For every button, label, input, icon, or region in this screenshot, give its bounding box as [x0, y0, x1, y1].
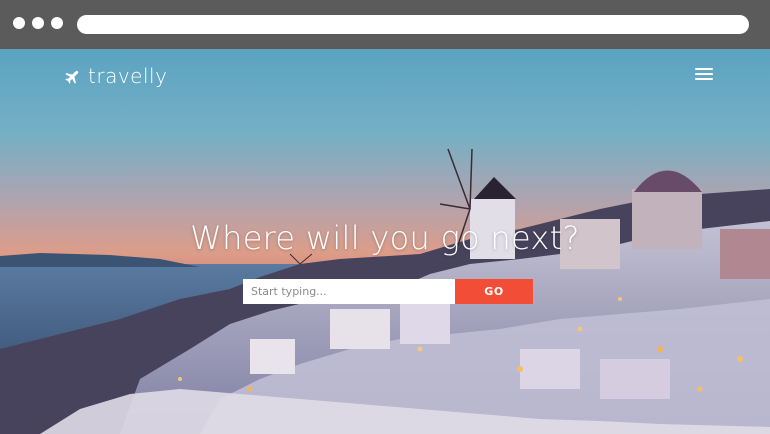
airplane-icon: [65, 70, 79, 84]
destination-search: GO: [243, 279, 533, 304]
brand-name: travelly: [88, 64, 168, 88]
menu-line: [695, 73, 713, 75]
menu-line: [695, 68, 713, 70]
browser-window: travelly Where will you go next? GO: [0, 0, 770, 434]
window-maximize-dot[interactable]: [51, 17, 63, 29]
hero-headline: Where will you go next?: [190, 219, 580, 257]
address-bar[interactable]: [77, 15, 749, 34]
menu-line: [695, 78, 713, 80]
browser-chrome: [0, 0, 770, 49]
hamburger-menu-icon[interactable]: [695, 68, 713, 82]
destination-search-input[interactable]: [243, 279, 455, 304]
go-button[interactable]: GO: [455, 279, 533, 304]
window-close-dot[interactable]: [13, 17, 25, 29]
window-minimize-dot[interactable]: [32, 17, 44, 29]
brand-logo[interactable]: travelly: [64, 64, 167, 88]
